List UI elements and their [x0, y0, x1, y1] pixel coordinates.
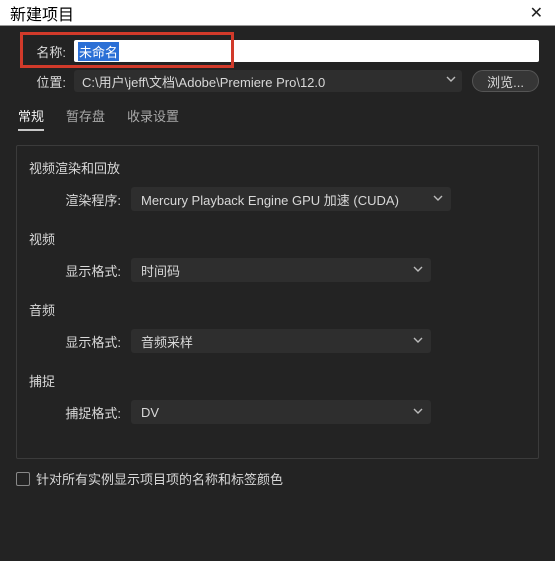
tab-ingest[interactable]: 收录设置	[127, 106, 179, 131]
render-section: 视频渲染和回放 渲染程序: Mercury Playback Engine GP…	[29, 158, 526, 211]
location-label: 位置:	[16, 72, 74, 91]
chevron-down-icon	[413, 406, 423, 416]
browse-button[interactable]: 浏览...	[472, 70, 539, 92]
titlebar: 新建项目 ✕	[0, 0, 555, 26]
video-format-select[interactable]: 时间码	[131, 258, 431, 282]
chevron-down-icon	[413, 264, 423, 274]
name-input[interactable]: 未命名	[74, 40, 539, 62]
renderer-select[interactable]: Mercury Playback Engine GPU 加速 (CUDA)	[131, 187, 451, 211]
video-format-label: 显示格式:	[29, 261, 131, 280]
renderer-label: 渲染程序:	[29, 190, 131, 209]
audio-title: 音频	[29, 300, 526, 319]
location-select[interactable]: C:\用户\jeff\文档\Adobe\Premiere Pro\12.0	[74, 70, 462, 92]
capture-section: 捕捉 捕捉格式: DV	[29, 371, 526, 424]
checkbox-label: 针对所有实例显示项目项的名称和标签颜色	[36, 469, 283, 488]
tab-general[interactable]: 常规	[18, 106, 44, 131]
video-section: 视频 显示格式: 时间码	[29, 229, 526, 282]
name-row: 名称: 未命名	[16, 38, 539, 62]
tab-scratch[interactable]: 暂存盘	[66, 106, 105, 131]
capture-format-select[interactable]: DV	[131, 400, 431, 424]
video-format-value: 时间码	[141, 261, 180, 280]
render-title: 视频渲染和回放	[29, 158, 526, 177]
audio-section: 音频 显示格式: 音频采样	[29, 300, 526, 353]
chevron-down-icon	[413, 335, 423, 345]
capture-title: 捕捉	[29, 371, 526, 390]
dialog-title: 新建项目	[10, 1, 74, 25]
dialog-body: 名称: 未命名 位置: C:\用户\jeff\文档\Adobe\Premiere…	[0, 26, 555, 496]
location-row: 位置: C:\用户\jeff\文档\Adobe\Premiere Pro\12.…	[16, 70, 539, 92]
tabs: 常规 暂存盘 收录设置	[16, 106, 539, 131]
location-value: C:\用户\jeff\文档\Adobe\Premiere Pro\12.0	[82, 72, 325, 91]
general-panel: 视频渲染和回放 渲染程序: Mercury Playback Engine GP…	[16, 145, 539, 459]
audio-format-value: 音频采样	[141, 332, 193, 351]
name-label: 名称:	[16, 42, 74, 61]
audio-format-select[interactable]: 音频采样	[131, 329, 431, 353]
capture-format-value: DV	[141, 405, 159, 420]
audio-format-label: 显示格式:	[29, 332, 131, 351]
video-title: 视频	[29, 229, 526, 248]
capture-format-label: 捕捉格式:	[29, 403, 131, 422]
close-icon[interactable]: ✕	[526, 3, 547, 23]
show-name-color-checkbox[interactable]: 针对所有实例显示项目项的名称和标签颜色	[16, 469, 539, 488]
chevron-down-icon	[433, 193, 443, 203]
renderer-value: Mercury Playback Engine GPU 加速 (CUDA)	[141, 190, 399, 209]
checkbox-box	[16, 472, 30, 486]
name-input-value: 未命名	[78, 42, 119, 61]
chevron-down-icon	[446, 74, 456, 84]
